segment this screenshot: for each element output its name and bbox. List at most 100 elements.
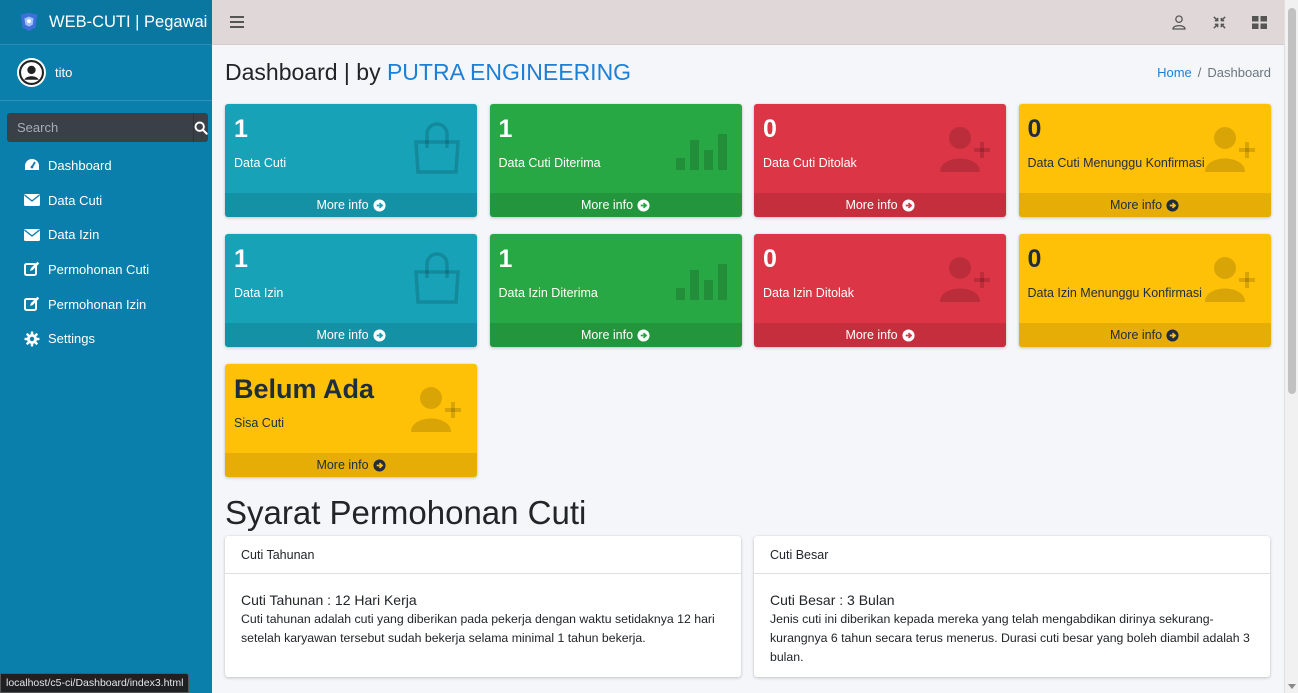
grid-icon[interactable]	[1250, 13, 1268, 31]
avatar	[17, 58, 46, 87]
box-value: 0	[763, 245, 777, 273]
arrow-circle-right-icon	[637, 198, 650, 212]
box-value: Belum Ada	[234, 374, 375, 404]
compress-icon[interactable]	[1210, 13, 1228, 31]
user-panel[interactable]: tito	[0, 45, 212, 101]
small-box-data-cuti: 1 Data Cuti More info	[225, 104, 477, 217]
sidebar-search	[7, 113, 208, 142]
small-box-data-cuti-menunggu: 0 Data Cuti Menunggu Konfirmasi More inf…	[1018, 104, 1271, 217]
shopping-bag-icon	[414, 252, 460, 304]
card-header: Cuti Tahunan	[225, 536, 741, 574]
more-info-link[interactable]: More info	[1018, 323, 1271, 347]
arrow-circle-right-icon	[373, 198, 386, 212]
arrow-circle-right-icon	[373, 458, 386, 472]
breadcrumb-separator: /	[1197, 64, 1202, 80]
shopping-bag-icon	[414, 122, 460, 174]
scroll-down-arrow-icon[interactable]	[1288, 684, 1296, 689]
more-info-link[interactable]: More info	[489, 193, 742, 217]
bar-chart-icon	[675, 264, 727, 300]
sidebar-item-permohonan-cuti[interactable]: Permohonan Cuti	[0, 252, 212, 287]
more-info-link[interactable]: More info	[1018, 193, 1271, 217]
sidebar-item-label: Permohonan Cuti	[48, 261, 150, 277]
sidebar-item-data-izin[interactable]: Data Izin	[0, 217, 212, 252]
card-cuti-besar: Cuti Besar Cuti Besar : 3 Bulan Jenis cu…	[754, 536, 1270, 677]
card-body: Cuti Besar : 3 Bulan Jenis cuti ini dibe…	[754, 574, 1270, 677]
scrollbar-thumb[interactable]	[1288, 8, 1296, 394]
card-text: Jenis cuti ini diberikan kepada mereka y…	[770, 612, 1250, 664]
small-box-data-izin-diterima: 1 Data Izin Diterima More info	[489, 234, 742, 347]
sidebar-item-settings[interactable]: Settings	[0, 321, 212, 356]
top-navbar	[212, 0, 1284, 45]
card-subtitle: Cuti Tahunan : 12 Hari Kerja	[241, 592, 417, 608]
navbar-right	[1170, 13, 1268, 31]
box-label: Data Izin Menunggu Konfirmasi	[1027, 286, 1202, 300]
envelope-icon	[24, 192, 40, 208]
more-info-link[interactable]: More info	[489, 323, 742, 347]
box-label: Sisa Cuti	[234, 416, 285, 430]
menu-toggle-button[interactable]	[230, 16, 244, 28]
card-subtitle: Cuti Besar : 3 Bulan	[770, 592, 895, 608]
content-wrapper: Dashboard | by PUTRA ENGINEERING Home / Da…	[225, 45, 1271, 677]
small-box-data-cuti-ditolak: 0 Data Cuti Ditolak More info	[754, 104, 1006, 217]
box-value: 0	[763, 115, 777, 143]
box-value: 1	[234, 245, 248, 273]
small-box-data-izin: 1 Data Izin More info	[225, 234, 477, 347]
sidebar-item-label: Permohonan Izin	[48, 296, 147, 312]
sidebar-item-label: Data Cuti	[48, 192, 103, 208]
more-info-link[interactable]: More info	[225, 323, 477, 347]
bar-chart-icon	[675, 134, 727, 170]
user-name[interactable]: tito	[55, 65, 72, 80]
search-button[interactable]	[193, 113, 208, 142]
box-value: 1	[234, 115, 248, 143]
page-scrollbar[interactable]	[1284, 0, 1298, 693]
brand-text: WEB-CUTI | Pegawai	[49, 12, 208, 31]
box-value: 0	[1027, 115, 1042, 143]
user-plus-icon	[940, 257, 990, 302]
card-cuti-tahunan: Cuti Tahunan Cuti Tahunan : 12 Hari Kerj…	[225, 536, 741, 677]
box-label: Data Cuti Ditolak	[763, 156, 857, 170]
sidebar-item-dashboard[interactable]: Dashboard	[0, 148, 212, 183]
more-info-link[interactable]: More info	[754, 193, 1006, 217]
brand-link[interactable]: WEB-CUTI | Pegawai	[0, 0, 212, 45]
main-sidebar: WEB-CUTI | Pegawai tito Dashboard	[0, 0, 212, 693]
user-plus-icon	[411, 387, 461, 432]
content-header: Dashboard | by PUTRA ENGINEERING Home / Da…	[225, 45, 1271, 99]
box-label: Data Izin Diterima	[498, 286, 598, 300]
arrow-circle-right-icon	[902, 328, 915, 342]
edit-icon	[24, 296, 40, 312]
more-info-link[interactable]: More info	[754, 323, 1006, 347]
brand-logo-icon	[20, 12, 38, 32]
search-input[interactable]	[7, 113, 193, 142]
box-label: Data Cuti	[234, 156, 287, 170]
card-body: Cuti Tahunan : 12 Hari Kerja Cuti tahuna…	[225, 574, 741, 658]
box-value: 0	[1027, 245, 1042, 273]
sidebar-item-label: Dashboard	[48, 157, 112, 173]
small-box-data-izin-menunggu: 0 Data Izin Menunggu Konfirmasi More inf…	[1018, 234, 1271, 347]
user-plus-icon	[1204, 257, 1255, 302]
box-label: Data Izin Ditolak	[763, 286, 855, 300]
box-label: Data Cuti Diterima	[498, 156, 601, 170]
more-info-link[interactable]: More info	[225, 193, 477, 217]
arrow-circle-right-icon	[373, 328, 386, 342]
small-box-data-izin-ditolak: 0 Data Izin Ditolak More info	[754, 234, 1006, 347]
sidebar-item-label: Settings	[48, 331, 95, 347]
arrow-circle-right-icon	[902, 198, 915, 212]
small-boxes: 1 Data Cuti More info 1 Data Cuti Diteri…	[225, 104, 1271, 480]
breadcrumb-home-link[interactable]: Home	[1157, 65, 1192, 80]
sidebar-item-data-cuti[interactable]: Data Cuti	[0, 183, 212, 218]
gear-icon	[24, 331, 40, 347]
sidebar-nav: Dashboard Data Cuti Data Izin Permohonan…	[0, 148, 212, 356]
section-title: Syarat Permohonan Cuti	[225, 494, 587, 531]
arrow-circle-right-icon	[1166, 328, 1179, 342]
arrow-circle-right-icon	[1166, 198, 1179, 212]
sidebar-item-permohonan-izin[interactable]: Permohonan Izin	[0, 287, 212, 322]
more-info-link[interactable]: More info	[225, 453, 477, 477]
user-icon[interactable]	[1170, 13, 1188, 31]
user-plus-icon	[940, 127, 990, 172]
page-title-accent: PUTRA ENGINEERING	[386, 58, 632, 85]
arrow-circle-right-icon	[637, 328, 650, 342]
small-box-data-cuti-diterima: 1 Data Cuti Diterima More info	[489, 104, 742, 217]
sidebar-item-label: Data Izin	[48, 227, 100, 243]
box-label: Data Izin	[234, 286, 284, 300]
status-bar-url: localhost/c5-ci/Dashboard/index3.html	[0, 673, 190, 693]
